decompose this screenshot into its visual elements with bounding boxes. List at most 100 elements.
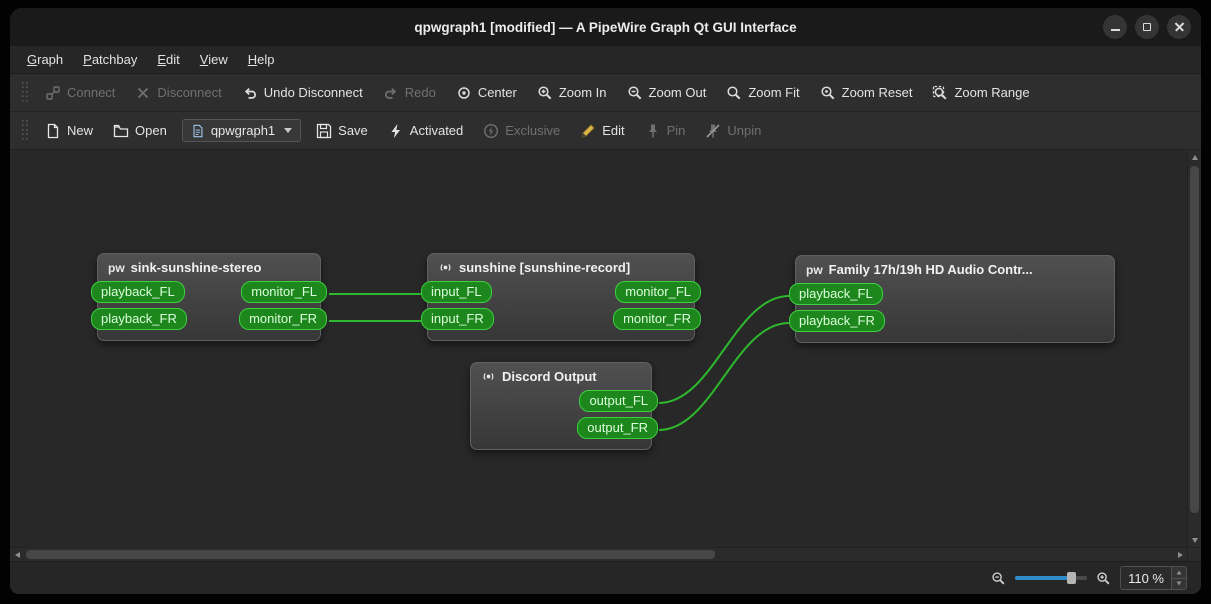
menu-graph[interactable]: Graph: [18, 48, 72, 71]
port-playback-fl[interactable]: playback_FL: [91, 281, 185, 303]
pin-label: Pin: [666, 123, 686, 138]
node-title: sunshine [sunshine-record]: [459, 260, 631, 275]
pipewire-icon: pw: [108, 260, 125, 275]
port-monitor-fr[interactable]: monitor_FR: [613, 308, 701, 330]
session-file-icon: [193, 124, 203, 137]
scroll-right-button[interactable]: [1173, 548, 1187, 561]
zoom-out-button[interactable]: Zoom Out: [618, 80, 716, 106]
arrow-right-icon: [1177, 551, 1183, 558]
scroll-up-button[interactable]: [1188, 150, 1201, 164]
zoom-slider-handle[interactable]: [1067, 572, 1077, 584]
scroll-left-button[interactable]: [10, 548, 24, 561]
horizontal-scroll-track[interactable]: [24, 548, 1173, 561]
close-button[interactable]: [1167, 15, 1191, 39]
vertical-scroll-track[interactable]: [1188, 164, 1201, 533]
port-playback-fr[interactable]: playback_FR: [789, 310, 885, 332]
minimize-icon: [1110, 29, 1120, 31]
zoom-reset-icon: [821, 85, 835, 99]
scroll-down-button[interactable]: [1188, 533, 1201, 547]
menu-help[interactable]: Help: [239, 48, 284, 71]
arrow-down-icon: [1176, 581, 1182, 586]
port-monitor-fl[interactable]: monitor_FL: [241, 281, 327, 303]
port-monitor-fl[interactable]: monitor_FL: [615, 281, 701, 303]
arrow-left-icon: [14, 551, 20, 558]
zoom-spinbox[interactable]: 110 %: [1120, 566, 1187, 590]
zoom-in-small-icon[interactable]: [1096, 571, 1111, 586]
zoom-fit-button[interactable]: Zoom Fit: [717, 80, 808, 106]
zoom-value[interactable]: 110 %: [1121, 567, 1171, 589]
connect-button[interactable]: Connect: [36, 80, 124, 106]
save-button[interactable]: Save: [307, 118, 377, 144]
session-selector[interactable]: qpwgraph1: [181, 119, 302, 142]
spin-up-button[interactable]: [1172, 567, 1186, 578]
port-monitor-fr[interactable]: monitor_FR: [239, 308, 327, 330]
exclusive-button[interactable]: Exclusive: [474, 118, 569, 144]
graph-canvas[interactable]: pw sink-sunshine-stereo playback_FL play…: [10, 150, 1187, 547]
port-playback-fl[interactable]: playback_FL: [789, 283, 883, 305]
menu-edit[interactable]: Edit: [148, 48, 188, 71]
redo-icon: [384, 87, 396, 99]
port-playback-fr[interactable]: playback_FR: [91, 308, 187, 330]
edit-button[interactable]: Edit: [571, 118, 633, 144]
zoom-fit-icon: [727, 85, 741, 99]
menu-view[interactable]: View: [191, 48, 237, 71]
connections-layer: [328, 293, 790, 431]
node-sink-sunshine-stereo[interactable]: pw sink-sunshine-stereo playback_FL play…: [91, 253, 327, 341]
vertical-scroll-thumb[interactable]: [1190, 166, 1199, 513]
zoom-out-small-icon[interactable]: [991, 571, 1006, 586]
undo-icon: [244, 87, 256, 99]
zoom-reset-button[interactable]: Zoom Reset: [811, 80, 922, 106]
node-discord-output[interactable]: Discord Output output_FL output_FR: [470, 362, 658, 450]
file-toolbar: New Open qpwgraph1 Save Activated Exclus…: [10, 112, 1201, 150]
arrow-up-icon: [1191, 154, 1198, 160]
exclusive-icon: [484, 123, 499, 138]
node-header: pw Family 17h/19h HD Audio Contr...: [796, 256, 1114, 280]
undo-disconnect-button[interactable]: Undo Disconnect: [233, 80, 372, 106]
zoom-slider[interactable]: [1015, 571, 1088, 585]
center-label: Center: [477, 85, 517, 100]
redo-button[interactable]: Redo: [374, 80, 445, 106]
toolbar-grip[interactable]: [21, 119, 29, 142]
statusbar: 110 %: [10, 561, 1201, 594]
open-button[interactable]: Open: [104, 118, 176, 144]
unpin-button[interactable]: Unpin: [696, 118, 770, 144]
spin-down-button[interactable]: [1172, 577, 1186, 589]
activated-button[interactable]: Activated: [379, 118, 472, 144]
toolbar-grip[interactable]: [21, 81, 29, 104]
open-label: Open: [135, 123, 167, 138]
disconnect-icon: [138, 87, 149, 98]
zoom-range-button[interactable]: Zoom Range: [923, 80, 1038, 106]
port-output-fl[interactable]: output_FL: [579, 390, 658, 412]
disconnect-label: Disconnect: [157, 85, 222, 100]
scrollbar-corner: [1187, 548, 1201, 561]
node-sunshine-record[interactable]: sunshine [sunshine-record] input_FL inpu…: [421, 253, 701, 341]
connect-icon: [46, 85, 60, 100]
disconnect-button[interactable]: Disconnect: [126, 80, 230, 106]
node-title: Family 17h/19h HD Audio Contr...: [828, 262, 1033, 277]
new-button[interactable]: New: [36, 118, 102, 144]
zoom-in-button[interactable]: Zoom In: [528, 80, 616, 106]
pipewire-icon: pw: [806, 262, 823, 277]
maximize-button[interactable]: [1135, 15, 1159, 39]
port-input-fr[interactable]: input_FR: [421, 308, 494, 330]
monitor-icon: [440, 264, 451, 271]
port-input-fl[interactable]: input_FL: [421, 281, 492, 303]
spinbox-arrows: [1171, 567, 1186, 589]
vertical-scrollbar[interactable]: [1187, 150, 1201, 547]
pin-button[interactable]: Pin: [636, 118, 695, 144]
node-header: pw sink-sunshine-stereo: [98, 254, 320, 278]
menu-patchbay[interactable]: Patchbay: [74, 48, 146, 71]
node-family-hd-audio[interactable]: pw Family 17h/19h HD Audio Contr... play…: [789, 255, 1115, 343]
port-output-fr[interactable]: output_FR: [577, 417, 658, 439]
center-button[interactable]: Center: [447, 80, 526, 106]
center-icon: [458, 86, 470, 99]
zoom-fit-label: Zoom Fit: [748, 85, 800, 100]
arrow-down-icon: [1191, 537, 1198, 543]
zoom-slider-fill: [1015, 576, 1071, 580]
minimize-button[interactable]: [1103, 15, 1127, 39]
window-title: qpwgraph1 [modified] — A PipeWire Graph …: [414, 19, 797, 35]
horizontal-scroll-thumb[interactable]: [26, 550, 716, 559]
chevron-down-icon: [284, 128, 293, 133]
redo-label: Redo: [404, 85, 436, 100]
connect-label: Connect: [67, 85, 116, 100]
